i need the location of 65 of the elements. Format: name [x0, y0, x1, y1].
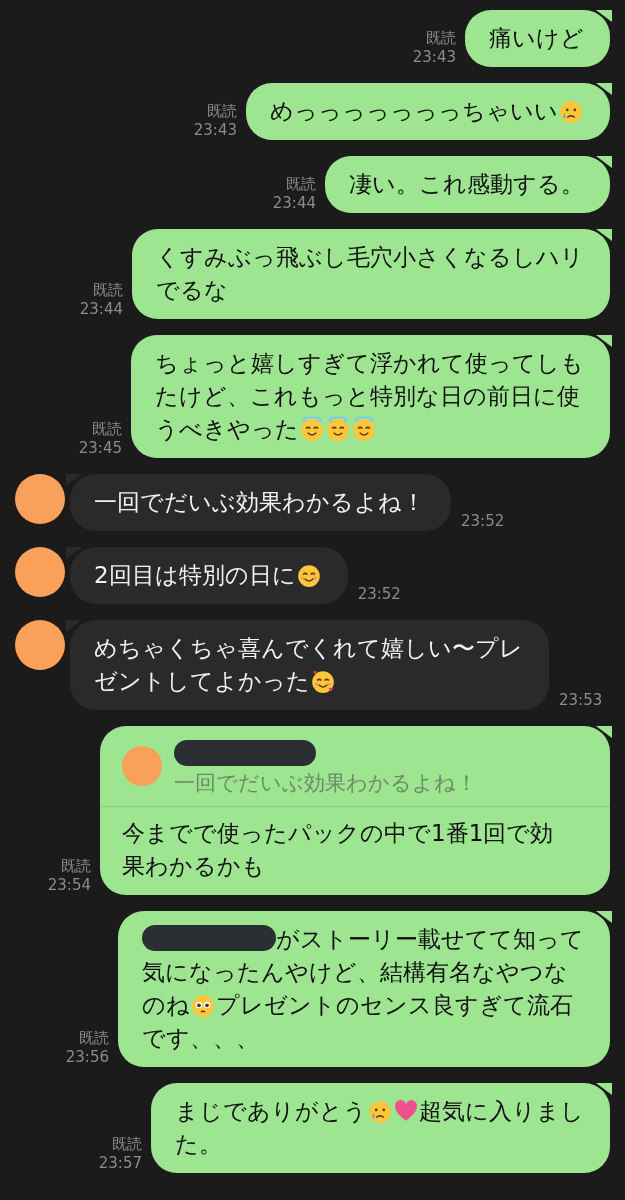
message-bubble[interactable]: 一回でだいぶ効果わかるよね！ 今までで使ったパックの中で1番1回で効 果わかるかも — [100, 726, 610, 895]
message-time: 23:43 — [193, 121, 237, 140]
message-text: たけど、これもっと特別な日の前日に使 — [155, 383, 580, 409]
heart-face-icon — [310, 668, 336, 694]
message-text: ゼントしてよかった — [94, 668, 310, 694]
message-bubble[interactable]: 凄い。これ感動する。 — [325, 156, 610, 213]
message-text: 一回でだいぶ効果わかるよね！ — [94, 489, 425, 515]
message-text: 果わかるかも — [122, 853, 265, 879]
message-time: 23:52 — [357, 585, 401, 604]
message-bubble[interactable]: がストーリー載せてて知って 気になったんやけど、結構有名なやつな のね プレゼントのセンス良すぎて流石 です、、、 — [118, 911, 610, 1067]
message-text: です、、、 — [142, 1025, 259, 1051]
message-text: ちょっと嬉しすぎて浮かれて使ってしも — [155, 350, 584, 376]
message-time: 23:44 — [79, 300, 123, 319]
crying-face-icon — [558, 98, 584, 124]
avatar[interactable] — [15, 620, 65, 670]
message-time: 23:52 — [461, 512, 505, 531]
read-receipt: 既読 — [112, 1135, 142, 1154]
message-bubble[interactable]: 一回でだいぶ効果わかるよね！ — [70, 474, 451, 531]
read-receipt: 既読 — [286, 175, 316, 194]
message-bubble[interactable]: めっっっっっっっちゃいい — [246, 83, 610, 140]
pleading-face-icon — [190, 992, 216, 1018]
halo-face-icon — [325, 416, 351, 442]
message-text: プレゼントのセンス良すぎて流石 — [216, 992, 573, 1018]
message-time: 23:57 — [98, 1154, 142, 1173]
message-text: 痛いけど — [489, 25, 584, 51]
message-text: まじでありがとう — [175, 1098, 367, 1124]
message-time: 23:53 — [559, 691, 603, 710]
message-bubble[interactable]: めちゃくちゃ喜んでくれて嬉しい〜プレ ゼントしてよかった — [70, 620, 549, 710]
avatar[interactable] — [15, 547, 65, 597]
read-receipt: 既読 — [61, 857, 91, 876]
message-text: がストーリー載せてて知って — [276, 926, 584, 952]
message-bubble[interactable]: まじでありがとう 超気に入りまし た。 — [151, 1083, 610, 1173]
message-text: めっっっっっっっちゃいい — [270, 98, 558, 124]
message-bubble[interactable]: くすみぶっ飛ぶし毛穴小さくなるしハリ でるな — [132, 229, 610, 319]
message-bubble[interactable]: ちょっと嬉しすぎて浮かれて使ってしも たけど、これもっと特別な日の前日に使 うべきやった — [131, 335, 610, 458]
message-text: でるな — [156, 277, 228, 303]
read-receipt: 既読 — [79, 1029, 109, 1048]
message-time: 23:44 — [272, 194, 316, 213]
message-time: 23:54 — [47, 876, 91, 895]
halo-face-icon — [351, 416, 377, 442]
read-receipt: 既読 — [207, 102, 237, 121]
message-text: めちゃくちゃ喜んでくれて嬉しい〜プレ — [94, 635, 523, 661]
halo-face-icon — [299, 416, 325, 442]
read-receipt: 既読 — [93, 281, 123, 300]
message-text: 今までで使ったパックの中で1番1回で効 — [122, 820, 554, 846]
quoted-text: 一回でだいぶ効果わかるよね！ — [174, 771, 477, 795]
message-text: うべきやった — [155, 416, 299, 442]
message-text: 凄い。これ感動する。 — [349, 171, 584, 197]
avatar — [122, 746, 162, 786]
avatar[interactable] — [15, 474, 65, 524]
message-text: のね — [142, 992, 190, 1018]
smiling-face-icon — [295, 562, 322, 588]
message-text: 気になったんやけど、結構有名なやつな — [142, 959, 568, 985]
read-receipt: 既読 — [92, 420, 122, 439]
read-receipt: 既読 — [426, 29, 456, 48]
message-text: 2回目は特別の日に — [94, 562, 296, 588]
message-bubble[interactable]: 2回目は特別の日に — [70, 547, 348, 604]
message-time: 23:56 — [65, 1048, 109, 1067]
message-text: 超気に入りまし — [419, 1098, 584, 1124]
message-time: 23:43 — [412, 48, 456, 67]
message-text: くすみぶっ飛ぶし毛穴小さくなるしハリ — [156, 244, 584, 270]
message-text: た。 — [175, 1131, 222, 1157]
message-bubble[interactable]: 痛いけど — [465, 10, 610, 67]
crying-face-icon — [367, 1098, 393, 1124]
message-time: 23:45 — [78, 439, 122, 458]
